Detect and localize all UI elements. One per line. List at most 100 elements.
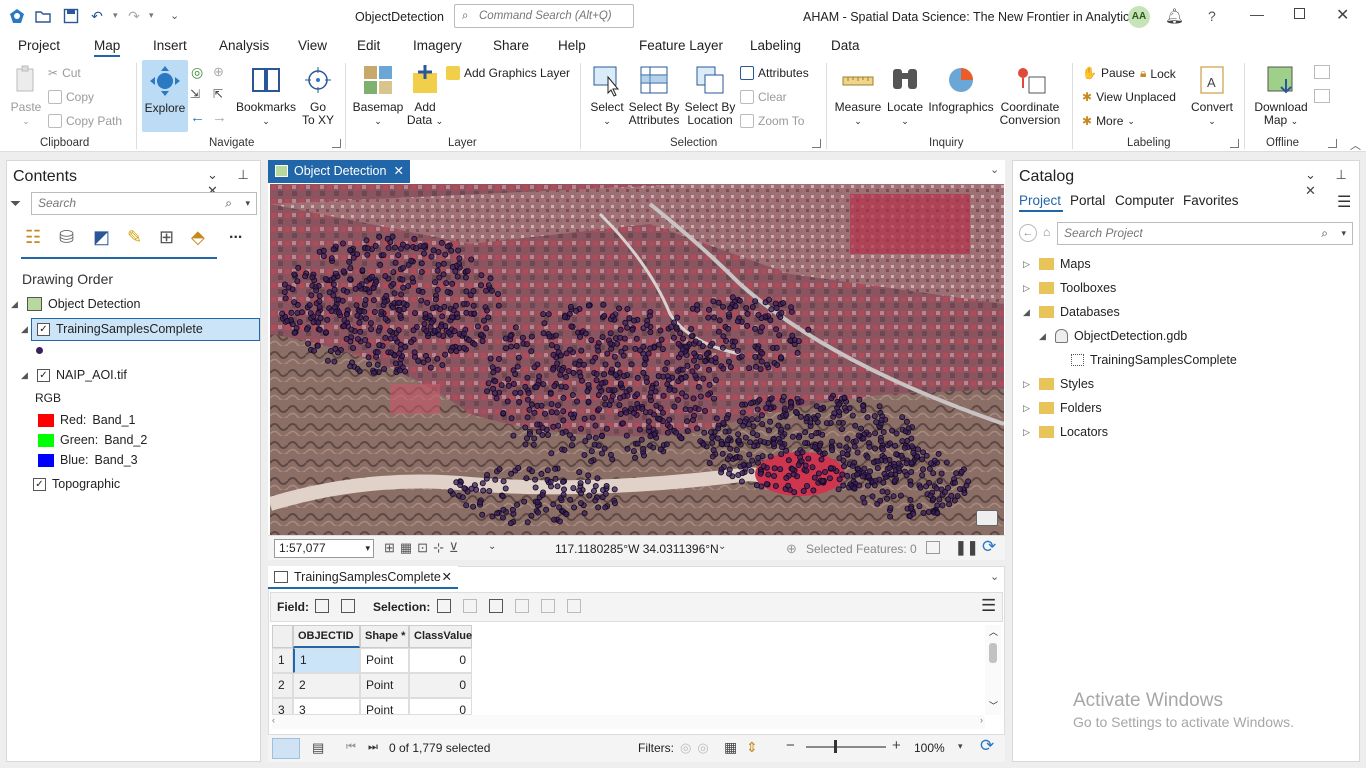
show-selected-records-icon[interactable]: ▤ bbox=[312, 740, 324, 756]
green-swatch[interactable] bbox=[38, 433, 54, 447]
sync-icon[interactable] bbox=[1314, 65, 1330, 79]
column-header-classvalue[interactable]: ClassValue bbox=[409, 625, 472, 648]
basemap-button[interactable]: Basemap ⌄ bbox=[352, 63, 404, 128]
tab-map[interactable]: Map bbox=[94, 38, 121, 57]
previous-extent-icon[interactable]: ← bbox=[190, 109, 205, 126]
scale-selector[interactable]: 1:57,077 ▾ bbox=[274, 539, 374, 558]
lock-labels-button[interactable]: 🔒︎ Lock bbox=[1140, 66, 1176, 81]
map-view-tab[interactable]: Object Detection ✕ bbox=[268, 160, 410, 183]
table-zoom-slider[interactable] bbox=[806, 746, 886, 748]
collapse-ribbon-icon[interactable]: ︿ bbox=[1350, 137, 1361, 153]
table-cell-objectid[interactable]: 1 bbox=[293, 648, 360, 673]
attributes-button[interactable]: Attributes bbox=[740, 66, 809, 80]
minimize-icon[interactable]: — bbox=[1250, 6, 1264, 22]
table-menu-icon[interactable]: ☰ bbox=[981, 596, 996, 616]
notifications-icon[interactable]: 🔔︎ bbox=[1165, 7, 1184, 25]
catalog-item-folders[interactable]: ▷ Folders bbox=[1023, 401, 1102, 415]
tab-insert[interactable]: Insert bbox=[153, 38, 187, 53]
map-node[interactable]: ◢ Object Detection bbox=[11, 297, 140, 311]
list-by-snapping-icon[interactable]: ⊞ bbox=[159, 227, 174, 248]
full-extent-icon[interactable]: ◎ bbox=[191, 64, 203, 81]
table-tab[interactable]: TrainingSamplesComplete ✕ bbox=[268, 566, 458, 589]
infographics-button[interactable]: Infographics bbox=[928, 63, 994, 114]
paste-button[interactable]: Paste ⌄ bbox=[8, 63, 44, 128]
scroll-up-icon[interactable]: ︿ bbox=[989, 625, 998, 638]
add-graphics-layer-button[interactable]: Add Graphics Layer bbox=[446, 66, 570, 80]
tab-share[interactable]: Share bbox=[493, 38, 529, 53]
contents-search-input[interactable]: Search ⌕ ▾ bbox=[31, 192, 257, 215]
expand-icon[interactable]: ▷ bbox=[1023, 283, 1033, 294]
add-data-button[interactable]: Add Data ⌄ bbox=[406, 63, 444, 128]
locate-button[interactable]: Locate ⌄ bbox=[884, 63, 926, 128]
row-number[interactable]: 3 bbox=[272, 698, 293, 715]
download-map-button[interactable]: Download Map ⌄ bbox=[1252, 63, 1310, 128]
back-icon[interactable]: ← bbox=[1019, 224, 1037, 242]
map-view-tools[interactable]: ⊞▦⊡⊹⊻ bbox=[384, 540, 463, 556]
table-cell-objectid[interactable]: 3 bbox=[293, 698, 360, 715]
labeling-launcher-icon[interactable] bbox=[1230, 139, 1239, 148]
blue-swatch[interactable] bbox=[38, 453, 54, 467]
select-by-attributes-button[interactable]: Select By Attributes bbox=[627, 63, 681, 127]
redo-dropdown-icon[interactable]: ▾ bbox=[149, 10, 154, 21]
catalog-search-input[interactable]: Search Project ⌕ ▾ bbox=[1057, 222, 1353, 245]
explore-button[interactable]: Explore bbox=[142, 60, 188, 132]
catalog-item-databases[interactable]: ◢ Databases bbox=[1023, 305, 1120, 319]
first-record-icon[interactable]: ⏮ bbox=[346, 741, 356, 754]
zoom-level-dropdown-icon[interactable]: ▾ bbox=[958, 741, 963, 752]
table-horizontal-scrollbar[interactable]: ‹ › bbox=[272, 715, 985, 729]
select-button[interactable]: Select ⌄ bbox=[588, 63, 626, 128]
select-by-location-button[interactable]: Select By Location bbox=[684, 63, 736, 127]
filter-icons[interactable]: ◎◎ bbox=[680, 740, 715, 756]
coordinate-conversion-button[interactable]: Coordinate Conversion bbox=[998, 63, 1062, 127]
zoom-in-fixed-icon[interactable]: ⇲ bbox=[190, 87, 200, 101]
tab-view[interactable]: View bbox=[298, 38, 327, 53]
list-by-labeling-icon[interactable]: ⬘ bbox=[191, 227, 205, 248]
table-cell-shape[interactable]: Point bbox=[360, 698, 409, 715]
copy-selection-icon[interactable] bbox=[567, 599, 581, 613]
refresh-icon[interactable]: ⟳ bbox=[982, 537, 996, 557]
expand-icon[interactable]: ▷ bbox=[1023, 403, 1033, 414]
tab-edit[interactable]: Edit bbox=[357, 38, 380, 53]
tab-data[interactable]: Data bbox=[831, 38, 860, 53]
collapse-icon[interactable]: ◢ bbox=[11, 299, 21, 310]
list-by-selection-icon[interactable]: ◩ bbox=[93, 227, 110, 248]
column-header-shape[interactable]: Shape * bbox=[360, 625, 409, 648]
selection-launcher-icon[interactable] bbox=[812, 139, 821, 148]
filter-icon[interactable]: ⏷ bbox=[10, 195, 21, 212]
row-number[interactable]: 1 bbox=[272, 648, 293, 673]
next-extent-icon[interactable]: → bbox=[212, 109, 227, 126]
snapping-icon[interactable] bbox=[926, 541, 940, 554]
list-by-data-source-icon[interactable]: ⛁ bbox=[59, 227, 74, 248]
measure-button[interactable]: Measure ⌄ bbox=[834, 63, 882, 128]
table-cell-classvalue[interactable]: 0 bbox=[409, 698, 472, 715]
red-swatch[interactable] bbox=[38, 413, 54, 427]
map-navigator-icon[interactable] bbox=[976, 510, 998, 526]
table-cell-classvalue[interactable]: 0 bbox=[409, 648, 472, 673]
layer-visibility-checkbox[interactable]: ✓ bbox=[33, 477, 46, 491]
list-by-drawing-order-icon[interactable]: ☷ bbox=[25, 227, 41, 248]
select-by-attributes-icon[interactable] bbox=[437, 599, 451, 613]
tab-feature-layer[interactable]: Feature Layer bbox=[639, 38, 723, 53]
catalog-tab-project[interactable]: Project bbox=[1019, 193, 1061, 208]
layer-visibility-checkbox[interactable]: ✓ bbox=[37, 322, 50, 336]
refresh-table-icon[interactable]: ⟳ bbox=[980, 736, 994, 756]
expand-icon[interactable]: ▷ bbox=[1023, 427, 1033, 438]
save-icon[interactable] bbox=[63, 8, 79, 24]
delete-selection-icon[interactable] bbox=[541, 599, 555, 613]
collapse-icon[interactable]: ◢ bbox=[1023, 307, 1033, 318]
go-to-xy-button[interactable]: Go To XY bbox=[300, 63, 336, 127]
clear-button[interactable]: Clear bbox=[740, 90, 787, 104]
tab-imagery[interactable]: Imagery bbox=[413, 38, 462, 53]
tab-project[interactable]: Project bbox=[18, 38, 60, 53]
convert-button[interactable]: A Convert ⌄ bbox=[1190, 63, 1234, 128]
undo-icon[interactable]: ↶ bbox=[89, 8, 105, 24]
view-unplaced-button[interactable]: ✱ View Unplaced bbox=[1082, 90, 1176, 104]
collapse-icon[interactable]: ◢ bbox=[21, 370, 31, 381]
tab-analysis[interactable]: Analysis bbox=[219, 38, 269, 53]
catalog-item-maps[interactable]: ▷ Maps bbox=[1023, 257, 1091, 271]
row-number[interactable]: 2 bbox=[272, 673, 293, 698]
catalog-tab-computer[interactable]: Computer bbox=[1115, 193, 1174, 208]
table-corner[interactable] bbox=[272, 625, 293, 648]
map-view-dropdown-icon[interactable]: ⌄ bbox=[990, 163, 999, 176]
scroll-down-icon[interactable]: ﹀ bbox=[989, 699, 998, 712]
